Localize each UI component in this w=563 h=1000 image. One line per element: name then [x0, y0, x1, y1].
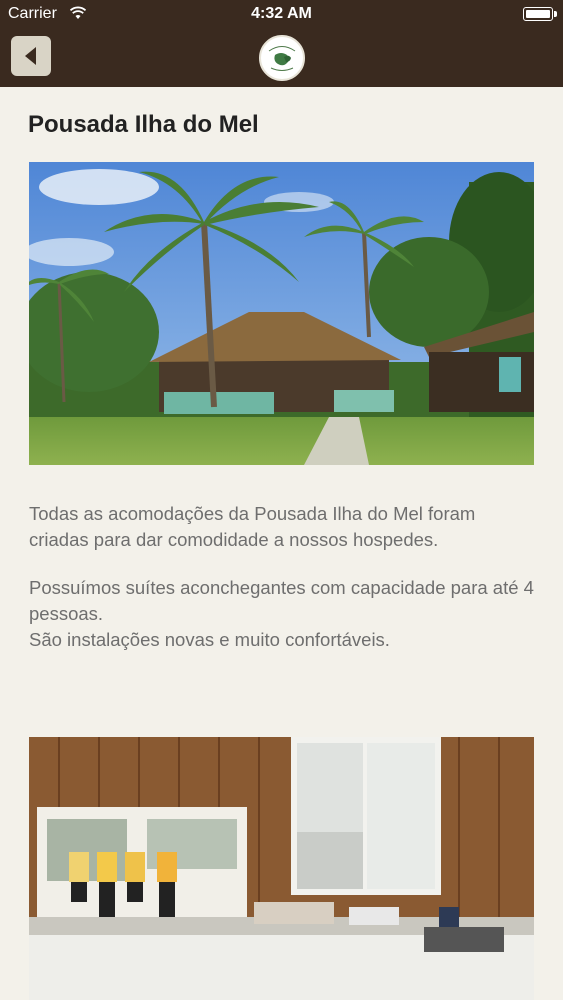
description-line-capacity: Possuímos suítes aconchegantes com capac… — [29, 577, 534, 624]
back-button[interactable] — [11, 36, 51, 76]
description-line-comfort: São instalações novas e muito confortáve… — [29, 629, 390, 650]
description-paragraph-1: Todas as acomodações da Pousada Ilha do … — [29, 503, 476, 550]
description-paragraph-2: Possuímos suítes aconchegantes com capac… — [29, 575, 539, 653]
pousada-logo[interactable] — [259, 35, 305, 81]
navigation-bar — [0, 28, 563, 87]
battery-icon — [523, 7, 557, 21]
pousada-breakfast-room-photo — [29, 737, 534, 1000]
clock: 4:32 AM — [251, 5, 312, 22]
chevron-left-icon — [25, 47, 36, 65]
pousada-garden-photo — [29, 162, 534, 465]
page-title: Pousada Ilha do Mel — [28, 111, 259, 138]
logo-emblem-icon — [262, 38, 302, 78]
status-bar: Carrier 4:32 AM — [0, 0, 563, 28]
